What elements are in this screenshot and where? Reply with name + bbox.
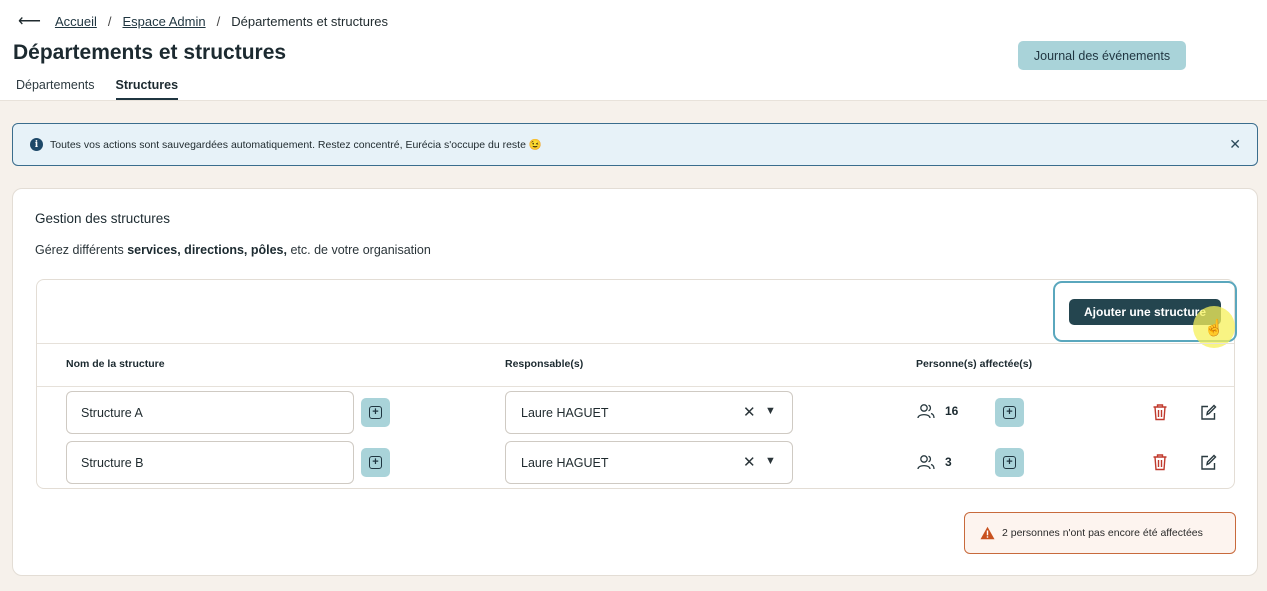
breadcrumb-current: Départements et structures — [231, 13, 389, 29]
chevron-down-icon[interactable]: ▼ — [765, 455, 776, 467]
breadcrumb-separator: / — [107, 13, 112, 29]
warning-text: 2 personnes n'ont pas encore été affecté… — [1002, 527, 1203, 539]
breadcrumb-separator: / — [216, 13, 221, 29]
chevron-down-icon[interactable]: ▼ — [765, 405, 776, 417]
structures-table: Ajouter une structure ☝ Nom de la struct… — [36, 279, 1237, 489]
assign-people-button[interactable]: + — [995, 448, 1024, 477]
back-arrow-icon[interactable]: ⟵ — [18, 11, 41, 31]
unassigned-warning: 2 personnes n'ont pas encore été affecté… — [964, 512, 1236, 554]
column-header-manager: Responsable(s) — [505, 358, 584, 370]
journal-events-button[interactable]: Journal des événements — [1018, 41, 1186, 70]
column-header-name: Nom de la structure — [66, 358, 165, 370]
desc-bold: services, directions, pôles, — [127, 243, 287, 257]
assigned-count: 3 — [945, 455, 952, 469]
breadcrumb-admin-link[interactable]: Espace Admin — [122, 14, 205, 29]
tab-departements[interactable]: Départements — [16, 78, 95, 100]
edit-icon[interactable] — [1200, 454, 1217, 471]
page-header: ⟵ Accueil / Espace Admin / Départements … — [0, 0, 1267, 101]
assigned-count: 16 — [945, 404, 959, 418]
structure-name-input[interactable] — [66, 441, 354, 484]
structures-card: Gestion des structures Gérez différents … — [12, 188, 1258, 576]
trash-icon[interactable] — [1152, 403, 1168, 421]
clear-icon[interactable]: ✕ — [743, 453, 756, 471]
autosave-info-banner: i Toutes vos actions sont sauvegardées a… — [12, 123, 1258, 166]
clear-icon[interactable]: ✕ — [743, 403, 756, 421]
close-icon[interactable]: ✕ — [1229, 136, 1241, 153]
breadcrumb-home-link[interactable]: Accueil — [55, 14, 97, 29]
structure-name-input[interactable] — [66, 391, 354, 434]
edit-icon[interactable] — [1200, 404, 1217, 421]
page-title: Départements et structures — [13, 41, 287, 64]
plus-square-icon: + — [1003, 456, 1016, 469]
manager-select[interactable]: Laure HAGUET ✕ ▼ — [505, 391, 793, 434]
add-substructure-button[interactable]: + — [361, 448, 390, 477]
warning-icon — [980, 526, 995, 540]
plus-square-icon: + — [369, 406, 382, 419]
tab-bar: Départements Structures — [16, 78, 179, 100]
plus-square-icon: + — [369, 456, 382, 469]
info-icon: i — [30, 138, 43, 151]
breadcrumb: ⟵ Accueil / Espace Admin / Départements … — [18, 11, 388, 31]
column-header-assigned: Personne(s) affectée(s) — [916, 358, 1033, 370]
manager-select[interactable]: Laure HAGUET ✕ ▼ — [505, 441, 793, 484]
tab-structures[interactable]: Structures — [115, 78, 179, 100]
plus-square-icon: + — [1003, 406, 1016, 419]
manager-select-value: Laure HAGUET — [521, 456, 609, 470]
desc-prefix: Gérez différents — [35, 243, 128, 257]
divider — [37, 386, 1234, 387]
people-icon — [917, 455, 935, 470]
people-icon — [917, 404, 935, 419]
card-description: Gérez différents services, directions, p… — [35, 243, 431, 257]
trash-icon[interactable] — [1152, 453, 1168, 471]
desc-suffix: etc. de votre organisation — [286, 243, 431, 257]
manager-select-value: Laure HAGUET — [521, 406, 609, 420]
card-title: Gestion des structures — [35, 211, 171, 226]
add-substructure-button[interactable]: + — [361, 398, 390, 427]
hand-pointer-icon: ☝ — [1204, 320, 1224, 337]
assign-people-button[interactable]: + — [995, 398, 1024, 427]
divider — [37, 343, 1234, 344]
info-banner-text: Toutes vos actions sont sauvegardées aut… — [50, 139, 542, 151]
